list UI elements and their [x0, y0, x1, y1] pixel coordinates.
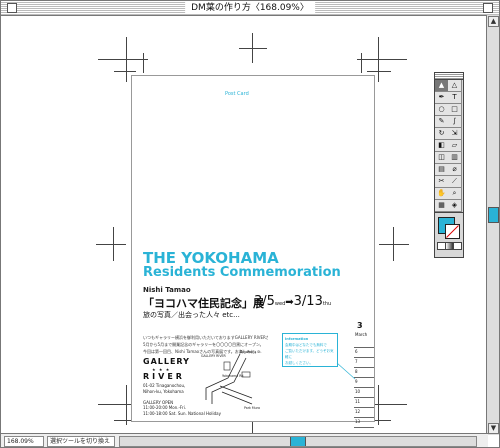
crop-mark — [378, 37, 379, 82]
calendar-row: 8 — [354, 368, 374, 378]
crop-mark — [379, 244, 409, 245]
scroll-up-arrow-icon[interactable]: ▲ — [488, 16, 499, 27]
rectangle-tool-icon[interactable]: □ — [448, 104, 462, 116]
zoom-tool-icon[interactable]: ⌕ — [448, 188, 462, 200]
horizontal-scrollbar[interactable] — [119, 436, 477, 447]
date-start-day: wed — [274, 301, 286, 307]
selection-tool-icon[interactable]: ▲ — [435, 80, 449, 92]
gallery-name[interactable]: GALLERY — [143, 357, 190, 366]
information-line: お越しください。 — [285, 361, 313, 365]
map-label-park: Park Mura — [244, 406, 260, 410]
crop-mark — [378, 385, 379, 425]
direct-selection-tool-icon[interactable]: △ — [448, 80, 462, 92]
calendar-row: 6 — [354, 348, 374, 358]
map-label-station: Yokohama St. — [240, 350, 262, 354]
gradient-tool-icon[interactable]: ▤ — [435, 164, 449, 176]
calendar-number: 3 — [357, 321, 363, 330]
reflect-tool-icon[interactable]: ◧ — [435, 140, 449, 152]
postcard-page[interactable]: Post Card THE YOKOHAMA Residents Commemo… — [131, 75, 375, 428]
exhibition-subtitle[interactable]: 旅の写真／出会った人々 etc... — [143, 310, 240, 320]
crop-mark — [96, 244, 126, 245]
horizontal-scroll-thumb[interactable] — [290, 437, 306, 446]
close-box[interactable] — [7, 3, 17, 13]
postcard-label: Post Card — [225, 91, 249, 97]
artboard[interactable]: Post Card THE YOKOHAMA Residents Commemo… — [1, 15, 488, 435]
crop-mark — [126, 385, 127, 425]
vertical-scroll-thumb[interactable] — [488, 207, 499, 223]
date-end: 3/13 — [293, 294, 323, 309]
ellipse-tool-icon[interactable]: ○ — [435, 104, 449, 116]
date-end-day: thu — [322, 301, 332, 307]
crop-mark — [114, 71, 136, 72]
rotate-tool-icon[interactable]: ↻ — [435, 128, 449, 140]
vertical-scrollbar[interactable]: ▲ ▼ — [486, 15, 499, 435]
crop-mark — [113, 227, 114, 261]
knife-tool-icon[interactable]: ⟋ — [448, 176, 462, 188]
map-label-gallery: GALLERY RIVER — [201, 354, 226, 358]
crop-mark — [393, 227, 394, 261]
scale-tool-icon[interactable]: ⇲ — [448, 128, 462, 140]
color-controls — [435, 212, 463, 251]
body-line: いつもギャラリー横浜を御利用いただいておりますGALLERY RIVERが — [143, 335, 268, 340]
gallery-river[interactable]: RIVER — [143, 372, 185, 381]
exhibition-title[interactable]: 「ヨコハマ住民記念」展 — [143, 295, 264, 311]
document-window: DM葉の作り方〈168.09%〉 Post Card THE YOKOHAMA … — [0, 0, 500, 448]
hand-tool-icon[interactable]: ✋ — [435, 188, 449, 200]
crop-mark — [239, 48, 267, 49]
crop-mark — [367, 71, 391, 72]
paintbrush-tool-icon[interactable]: ∫ — [448, 116, 462, 128]
blend-tool-icon[interactable]: ◫ — [435, 152, 449, 164]
artist-name[interactable]: Nishi Tamao — [143, 286, 191, 294]
toolbox-grid: ▲ △ ✒ T ○ □ ✎ ∫ ↻ ⇲ ◧ ▱ ◫ ▥ ▤ ⌀ ✂ ⟋ ✋ ⌕ — [435, 80, 463, 212]
status-tool-menu[interactable]: 選択ツールを切り換え — [47, 436, 115, 447]
information-line: ご覧いただけます。どうぞお気軽に — [285, 349, 334, 359]
pencil-tool-icon[interactable]: ✎ — [435, 116, 449, 128]
toolbox-title-bar[interactable] — [435, 73, 463, 80]
grid-tool-icon[interactable]: ▦ — [435, 200, 449, 212]
crop-mark — [143, 53, 144, 73]
scroll-down-arrow-icon[interactable]: ▼ — [488, 423, 499, 434]
crop-mark — [126, 37, 127, 82]
toolbox-palette[interactable]: ▲ △ ✒ T ○ □ ✎ ∫ ↻ ⇲ ◧ ▱ ◫ ▥ ▤ ⌀ ✂ ⟋ ✋ ⌕ — [434, 72, 464, 258]
pen-tool-icon[interactable]: ✒ — [435, 92, 449, 104]
crop-mark — [98, 59, 148, 60]
scissors-tool-icon[interactable]: ✂ — [435, 176, 449, 188]
zoom-level-field[interactable]: 168.09% — [4, 436, 44, 447]
exhibition-dates[interactable]: 3/5wed➡3/13thu — [254, 294, 331, 309]
calendar-row: 11 — [354, 398, 374, 408]
stroke-color-swatch[interactable] — [445, 224, 460, 239]
zoom-box[interactable] — [483, 3, 493, 13]
eyedropper-tool-icon[interactable]: ⌀ — [448, 164, 462, 176]
shear-tool-icon[interactable]: ▱ — [448, 140, 462, 152]
symbol-tool-icon[interactable]: ◈ — [448, 200, 462, 212]
map-label-road: Yokohama Rd. — [222, 374, 245, 378]
information-box[interactable]: Information 会期中はどなたでも無料で ご覧いただけます。どうぞお気軽… — [282, 333, 338, 367]
graph-tool-icon[interactable]: ▥ — [448, 152, 462, 164]
type-tool-icon[interactable]: T — [448, 92, 462, 104]
calendar: 6 7 8 9 10 11 12 13 — [354, 338, 374, 437]
none-slash-icon — [446, 225, 459, 238]
calendar-row: 12 — [354, 408, 374, 418]
status-bar: 168.09% 選択ツールを切り換え — [1, 433, 488, 447]
access-map[interactable]: GALLERY RIVER Yokohama St. Park Mura Yok… — [200, 348, 264, 414]
calendar-row: 13 — [354, 418, 374, 428]
date-arrow: ➡ — [285, 297, 294, 308]
window-title: DM葉の作り方〈168.09%〉 — [185, 2, 315, 14]
body-line: 5月から5月まで開業記念のギャラリーを〇〇〇〇目黒にオープン。 — [143, 342, 264, 347]
calendar-row — [354, 338, 374, 348]
date-start: 3/5 — [254, 294, 275, 309]
title-bar[interactable]: DM葉の作り方〈168.09%〉 — [1, 1, 499, 16]
calendar-month: March — [355, 332, 368, 337]
none-mode-button[interactable] — [453, 242, 462, 250]
calendar-row: 9 — [354, 378, 374, 388]
calendar-row: 10 — [354, 388, 374, 398]
headline-line1[interactable]: THE YOKOHAMA — [143, 250, 279, 266]
crop-mark — [361, 53, 362, 73]
calendar-row: 7 — [354, 358, 374, 368]
crop-mark — [357, 59, 407, 60]
headline-line2[interactable]: Residents Commemoration — [143, 266, 341, 280]
